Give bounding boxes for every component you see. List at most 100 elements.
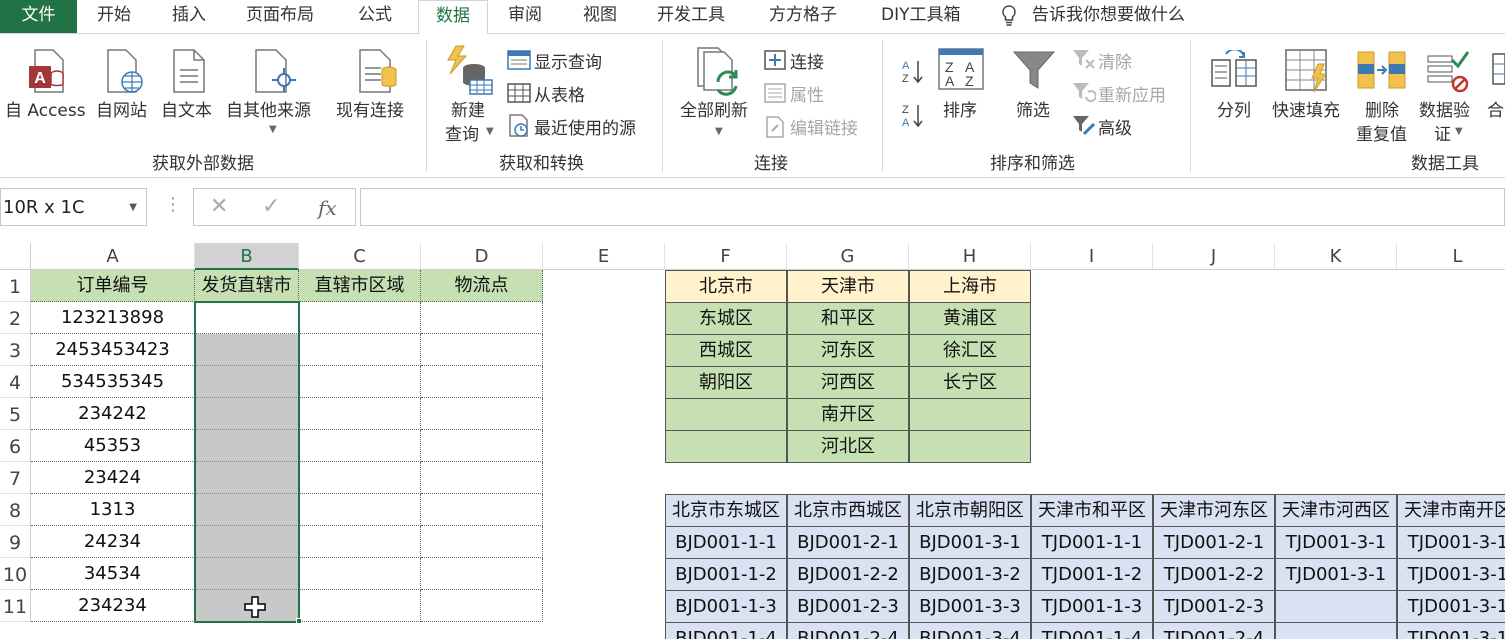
- column-header-e[interactable]: E: [543, 243, 665, 270]
- data-validation-button[interactable]: 数据验: [1419, 96, 1470, 121]
- logistics-code-cell[interactable]: BJD001-1-2: [665, 558, 787, 591]
- city-district-cell[interactable]: [299, 558, 421, 590]
- row-header-4[interactable]: 4: [0, 366, 31, 398]
- logistics-point-cell[interactable]: [421, 558, 543, 590]
- logistics-point-cell[interactable]: [421, 590, 543, 622]
- tab-developer[interactable]: 开发工具: [657, 0, 725, 33]
- tab-data[interactable]: 数据: [418, 0, 488, 34]
- new-query-button-line2[interactable]: 查询: [445, 120, 479, 145]
- district-cell[interactable]: [665, 430, 787, 463]
- from-other-sources-button[interactable]: 自其他来源: [226, 96, 311, 121]
- ship-city-cell[interactable]: [195, 302, 299, 334]
- tab-view[interactable]: 视图: [583, 0, 617, 33]
- order-id-cell[interactable]: 1313: [31, 494, 195, 526]
- cancel-icon[interactable]: ✕: [210, 194, 228, 219]
- logistics-code-cell[interactable]: TJD001-3-1: [1275, 526, 1397, 559]
- select-all-corner[interactable]: [0, 243, 31, 270]
- logistics-code-cell[interactable]: BJD001-2-4: [787, 622, 909, 639]
- district-cell[interactable]: 黄浦区: [909, 302, 1031, 335]
- logistics-code-cell[interactable]: TJD001-1-3: [1031, 590, 1153, 623]
- logistics-code-cell[interactable]: BJD001-2-2: [787, 558, 909, 591]
- sort-button[interactable]: 排序: [943, 96, 977, 121]
- district-cell[interactable]: 徐汇区: [909, 334, 1031, 367]
- logistics-code-cell[interactable]: BJD001-3-4: [909, 622, 1031, 639]
- row-header-7[interactable]: 7: [0, 462, 31, 494]
- logistics-code-cell[interactable]: TJD001-3-1: [1397, 558, 1505, 591]
- logistics-code-cell[interactable]: TJD001-3-1: [1275, 558, 1397, 591]
- logistics-code-cell[interactable]: BJD001-1-1: [665, 526, 787, 559]
- district-cell[interactable]: 朝阳区: [665, 366, 787, 399]
- district-cell[interactable]: 东城区: [665, 302, 787, 335]
- ship-city-cell[interactable]: [195, 526, 299, 558]
- filter-button[interactable]: 筛选: [1016, 96, 1050, 121]
- row-header-9[interactable]: 9: [0, 526, 31, 558]
- order-id-cell[interactable]: 234234: [31, 590, 195, 622]
- row-header-6[interactable]: 6: [0, 430, 31, 462]
- from-text-button[interactable]: 自文本: [161, 96, 212, 121]
- order-id-cell[interactable]: 534535345: [31, 366, 195, 398]
- row-header-5[interactable]: 5: [0, 398, 31, 430]
- existing-connections-button[interactable]: 现有连接: [336, 96, 404, 121]
- properties-button[interactable]: 属性: [790, 81, 824, 106]
- order-id-cell[interactable]: 234242: [31, 398, 195, 430]
- city-district-cell[interactable]: [299, 462, 421, 494]
- column-header-c[interactable]: C: [299, 243, 421, 270]
- tab-file[interactable]: 文件: [0, 0, 77, 33]
- from-table-button[interactable]: 从表格: [534, 81, 585, 106]
- connections-button[interactable]: 连接: [790, 48, 824, 73]
- ship-city-cell[interactable]: [195, 398, 299, 430]
- logistics-point-cell[interactable]: [421, 302, 543, 334]
- enter-check-icon[interactable]: ✓: [262, 194, 280, 219]
- column-header-a[interactable]: A: [31, 243, 195, 270]
- column-header-j[interactable]: J: [1153, 243, 1275, 270]
- row-header-10[interactable]: 10: [0, 558, 31, 590]
- logistics-point-cell[interactable]: [421, 526, 543, 558]
- logistics-point-cell[interactable]: [421, 366, 543, 398]
- row-header-3[interactable]: 3: [0, 334, 31, 366]
- logistics-point-cell[interactable]: [421, 398, 543, 430]
- drag-handle-icon[interactable]: ⋮: [164, 194, 182, 215]
- logistics-code-cell[interactable]: BJD001-3-2: [909, 558, 1031, 591]
- show-queries-button[interactable]: 显示查询: [534, 48, 602, 73]
- flash-fill-button[interactable]: 快速填充: [1272, 96, 1340, 121]
- column-header-g[interactable]: G: [787, 243, 909, 270]
- ship-city-cell[interactable]: [195, 334, 299, 366]
- order-id-cell[interactable]: 45353: [31, 430, 195, 462]
- district-cell[interactable]: 南开区: [787, 398, 909, 431]
- district-cell[interactable]: [909, 398, 1031, 431]
- tab-review[interactable]: 审阅: [508, 0, 542, 33]
- formula-input[interactable]: [360, 188, 1505, 226]
- city-district-cell[interactable]: [299, 526, 421, 558]
- logistics-code-cell[interactable]: [1275, 590, 1397, 623]
- remove-duplicates-button[interactable]: 删除: [1365, 96, 1399, 121]
- consolidate-button[interactable]: 合并: [1487, 96, 1505, 121]
- ship-city-cell[interactable]: [195, 462, 299, 494]
- name-box[interactable]: 10R x 1C ▼: [0, 188, 147, 226]
- district-cell[interactable]: 河西区: [787, 366, 909, 399]
- logistics-code-cell[interactable]: TJD001-1-2: [1031, 558, 1153, 591]
- reapply-button[interactable]: 重新应用: [1098, 81, 1166, 106]
- logistics-point-cell[interactable]: [421, 462, 543, 494]
- district-cell[interactable]: 河东区: [787, 334, 909, 367]
- logistics-code-cell[interactable]: TJD001-2-2: [1153, 558, 1275, 591]
- district-cell[interactable]: 河北区: [787, 430, 909, 463]
- logistics-code-cell[interactable]: TJD001-2-4: [1153, 622, 1275, 639]
- remove-duplicates-button-line2[interactable]: 重复值: [1356, 120, 1407, 145]
- data-validation-button-line2[interactable]: 证: [1434, 120, 1451, 145]
- from-access-button[interactable]: 自 Access: [5, 96, 86, 121]
- column-header-h[interactable]: H: [909, 243, 1031, 270]
- column-header-k[interactable]: K: [1275, 243, 1397, 270]
- insert-function-button[interactable]: fx: [318, 196, 337, 220]
- tab-insert[interactable]: 插入: [172, 0, 206, 33]
- column-header-f[interactable]: F: [665, 243, 787, 270]
- row-header-2[interactable]: 2: [0, 302, 31, 334]
- clear-button[interactable]: 清除: [1098, 48, 1132, 73]
- ship-city-cell[interactable]: [195, 430, 299, 462]
- ship-city-cell[interactable]: [195, 494, 299, 526]
- logistics-code-cell[interactable]: TJD001-3-1: [1397, 526, 1505, 559]
- order-id-cell[interactable]: 34534: [31, 558, 195, 590]
- logistics-code-cell[interactable]: TJD001-2-1: [1153, 526, 1275, 559]
- logistics-code-cell[interactable]: BJD001-3-3: [909, 590, 1031, 623]
- order-id-cell[interactable]: 23424: [31, 462, 195, 494]
- district-cell[interactable]: 西城区: [665, 334, 787, 367]
